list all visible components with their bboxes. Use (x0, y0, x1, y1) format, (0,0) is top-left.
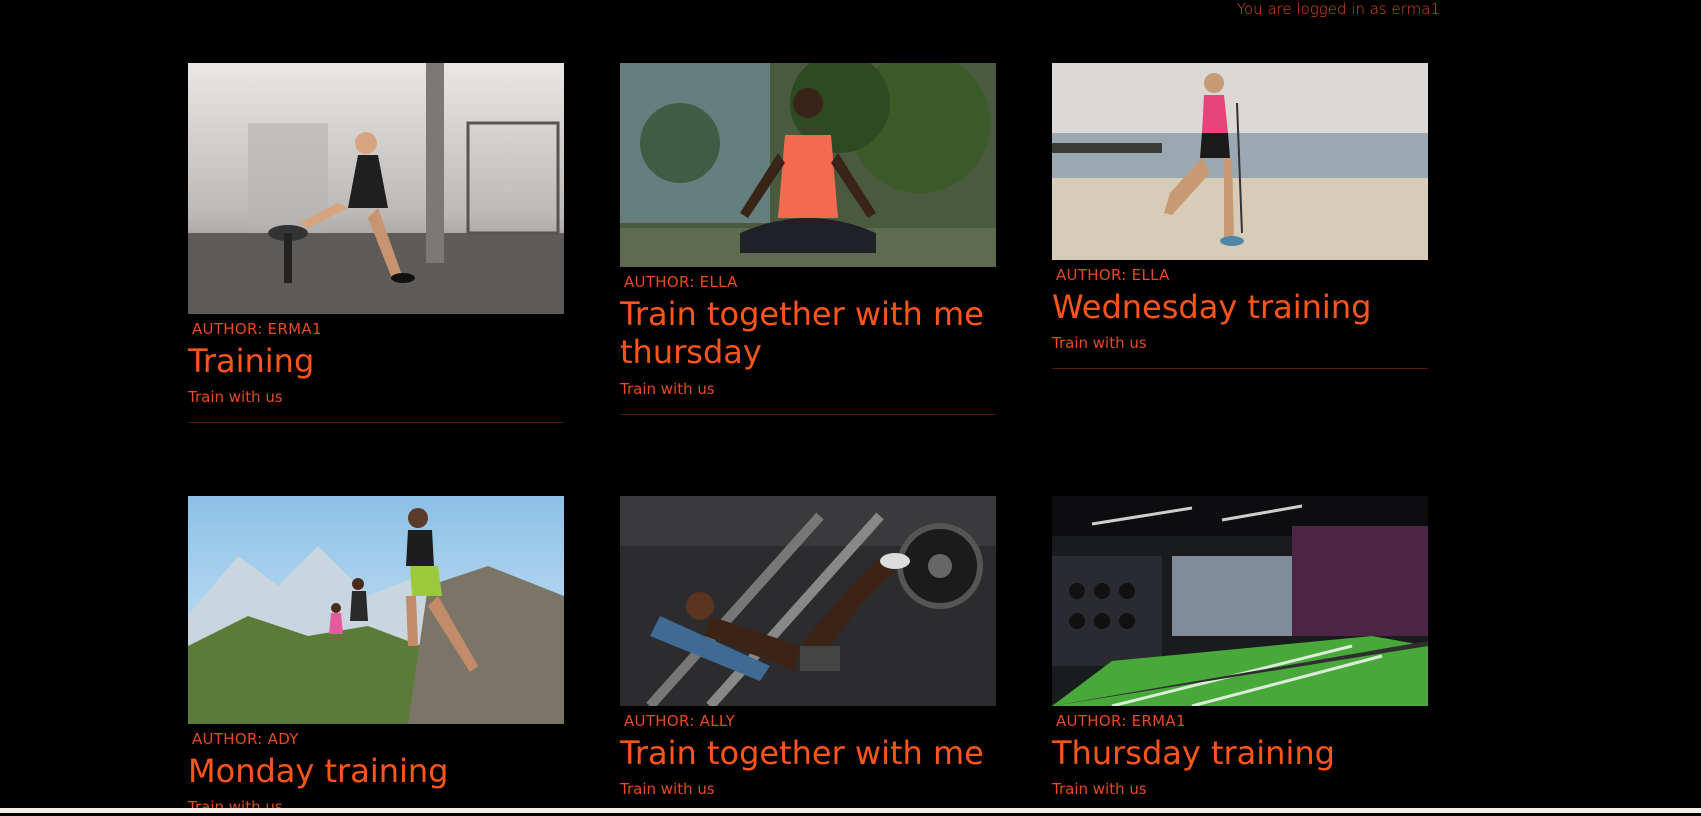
post-title[interactable]: Wednesday training (1052, 288, 1428, 326)
post-author: AUTHOR: ELLA (1056, 266, 1170, 284)
post-title[interactable]: Training (188, 342, 564, 380)
post-divider (1052, 368, 1428, 370)
post-card-thursday-training[interactable]: AUTHOR: ERMA1 Thursday training Train wi… (1052, 496, 1428, 798)
post-author: AUTHOR: ERMA1 (192, 320, 322, 338)
post-author: AUTHOR: ELLA (624, 273, 738, 291)
post-image-gym-interior[interactable] (1052, 496, 1428, 706)
post-card-train-together[interactable]: AUTHOR: ALLY Train together with me Trai… (620, 496, 996, 798)
post-subtitle: Train with us (620, 780, 715, 799)
bottom-bar (0, 808, 1701, 813)
post-author: AUTHOR: ADY (192, 730, 299, 748)
post-image-mountain-run[interactable] (188, 496, 564, 724)
post-card-monday-training[interactable]: AUTHOR: ADY Monday training Train with u… (188, 496, 564, 816)
post-title[interactable]: Train together with me (620, 734, 996, 772)
post-author: AUTHOR: ERMA1 (1056, 712, 1186, 730)
post-subtitle: Train with us (188, 388, 283, 407)
posts-grid: AUTHOR: ERMA1 Training Train with us AUT… (0, 0, 1701, 816)
post-divider (188, 422, 564, 424)
post-card-training[interactable]: AUTHOR: ERMA1 Training Train with us (188, 63, 564, 424)
post-image-beach-lunge[interactable] (1052, 63, 1428, 260)
post-subtitle: Train with us (1052, 334, 1147, 353)
post-image-meditation[interactable] (620, 63, 996, 267)
post-card-train-together-thursday[interactable]: AUTHOR: ELLA Train together with me thur… (620, 63, 996, 415)
post-subtitle: Train with us (1052, 780, 1147, 799)
post-card-wednesday-training[interactable]: AUTHOR: ELLA Wednesday training Train wi… (1052, 63, 1428, 370)
post-divider (620, 413, 996, 415)
post-image-gym-lunge[interactable] (188, 63, 564, 314)
post-title[interactable]: Monday training (188, 752, 564, 790)
post-image-leg-press[interactable] (620, 496, 996, 706)
post-author: AUTHOR: ALLY (624, 712, 736, 730)
post-subtitle: Train with us (620, 379, 715, 398)
post-title[interactable]: Thursday training (1052, 734, 1428, 772)
post-title[interactable]: Train together with me thursday (620, 295, 996, 372)
